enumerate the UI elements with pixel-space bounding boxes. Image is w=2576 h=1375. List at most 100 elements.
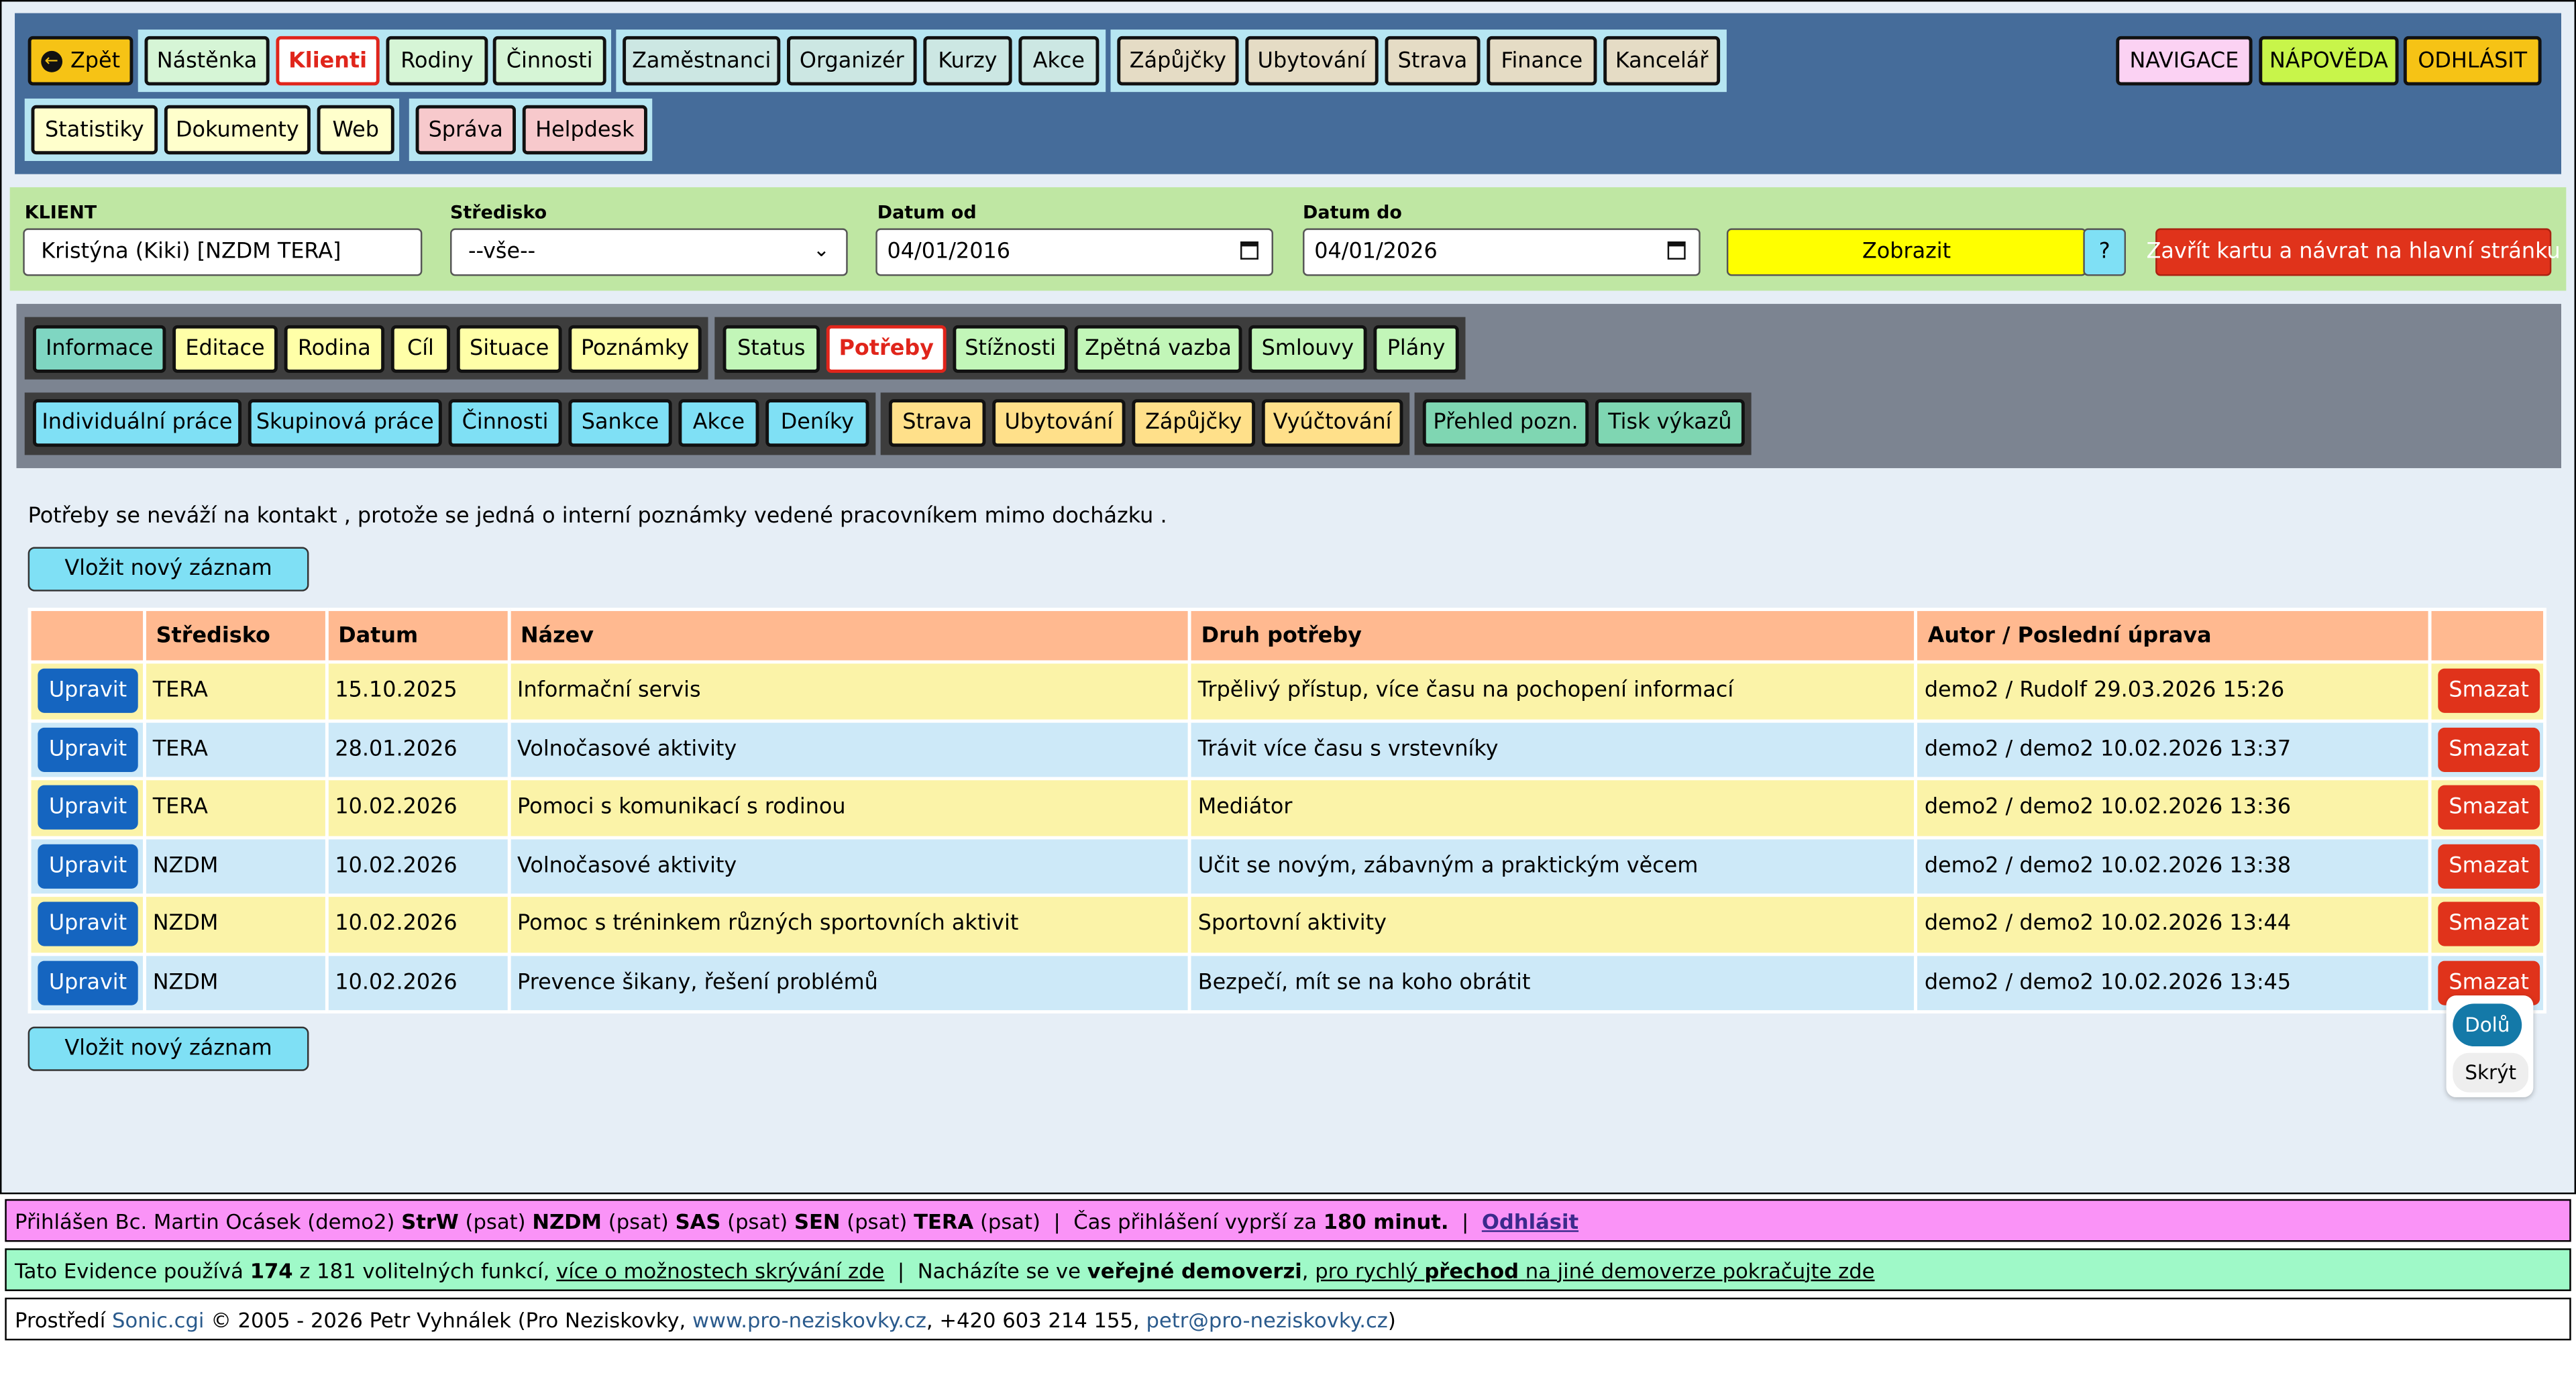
- tab-food[interactable]: Strava: [888, 399, 986, 447]
- nav-dashboard[interactable]: Nástěnka: [144, 36, 270, 86]
- edit-button[interactable]: Upravit: [38, 960, 138, 1005]
- nav-clients[interactable]: Klienti: [276, 36, 380, 86]
- tab-individual-work[interactable]: Individuální práce: [32, 399, 242, 447]
- new-record-button-bottom[interactable]: Vložit nový záznam: [28, 1026, 309, 1071]
- tab-edit[interactable]: Editace: [172, 325, 278, 373]
- delete-button[interactable]: Smazat: [2438, 727, 2540, 772]
- tab-feedback[interactable]: Zpětná vazba: [1074, 325, 1242, 373]
- edit-button[interactable]: Upravit: [38, 844, 138, 889]
- tab-loans[interactable]: Zápůjčky: [1132, 399, 1256, 447]
- cell-date: 15.10.2025: [325, 660, 511, 722]
- nav-activities[interactable]: Činnosti: [492, 36, 606, 86]
- tab-situation[interactable]: Situace: [456, 325, 562, 373]
- nav-courses[interactable]: Kurzy: [923, 36, 1012, 86]
- copyright-bar: Prostředí Sonic.cgi © 2005 - 2026 Petr V…: [5, 1297, 2571, 1341]
- tab-billing[interactable]: Vyúčtování: [1261, 399, 1403, 447]
- phone-text: , +420 603 214 155,: [926, 1307, 1140, 1331]
- page-background: [0, 0, 2576, 1195]
- nav-events[interactable]: Akce: [1018, 36, 1099, 86]
- cell-center: NZDM: [143, 835, 329, 897]
- delete-button[interactable]: Smazat: [2438, 844, 2540, 889]
- tab-notes-overview[interactable]: Přehled pozn.: [1422, 399, 1589, 447]
- nav-food[interactable]: Strava: [1385, 36, 1481, 86]
- tab-sanctions[interactable]: Sankce: [568, 399, 672, 447]
- tab-goal[interactable]: Cíl: [390, 325, 451, 373]
- tab-complaints[interactable]: Stížnosti: [953, 325, 1068, 373]
- navigation-button[interactable]: NAVIGACE: [2116, 36, 2253, 86]
- tab-family[interactable]: Rodina: [284, 325, 385, 373]
- center-select[interactable]: --vše-- ⌄: [450, 228, 848, 276]
- tab-status[interactable]: Status: [722, 325, 820, 373]
- center-label: Středisko: [450, 202, 547, 224]
- cell-need-type: Bezpečí, mít se na koho obrátit: [1188, 952, 1919, 1013]
- features-bar: Tato Evidence používá 174 z 181 voliteln…: [5, 1248, 2571, 1291]
- nav-families[interactable]: Rodiny: [386, 36, 488, 86]
- sonic-link[interactable]: Sonic.cgi: [112, 1307, 204, 1331]
- expire-value: 180 minut.: [1323, 1208, 1449, 1233]
- nav-helpdesk[interactable]: Helpdesk: [522, 105, 647, 155]
- calendar-icon: [1240, 241, 1258, 260]
- cell-name: Informační servis: [507, 660, 1191, 722]
- logout-button[interactable]: ODHLÁSIT: [2403, 36, 2542, 86]
- tab-notes[interactable]: Poznámky: [568, 325, 702, 373]
- tab-accommodation[interactable]: Ubytování: [992, 399, 1126, 447]
- cell-need-type: Mediátor: [1188, 777, 1919, 839]
- demo-switch-link[interactable]: pro rychlý přechod na jiné demoverze pok…: [1315, 1258, 1874, 1282]
- nav-organizer[interactable]: Organizér: [787, 36, 917, 86]
- hide-widget-button[interactable]: Skrýt: [2453, 1052, 2529, 1093]
- cell-name: Prevence šikany, řešení problémů: [507, 952, 1191, 1013]
- nav-statistics[interactable]: Statistiky: [31, 105, 158, 155]
- tab-print-reports[interactable]: Tisk výkazů: [1595, 399, 1745, 447]
- features-link[interactable]: více o možnostech skrývání zde: [556, 1258, 884, 1282]
- nav-loans[interactable]: Zápůjčky: [1117, 36, 1239, 86]
- cell-center: TERA: [143, 718, 329, 781]
- tab-diaries[interactable]: Deníky: [765, 399, 869, 447]
- tab-needs[interactable]: Potřeby: [826, 325, 947, 373]
- filter-help-button[interactable]: ?: [2083, 228, 2127, 276]
- separator: |: [1053, 1208, 1061, 1233]
- delete-button[interactable]: Smazat: [2438, 669, 2540, 714]
- tab-activities[interactable]: Činnosti: [448, 399, 562, 447]
- table-header-row: Středisko Datum Název Druh potřeby Autor…: [28, 608, 2546, 664]
- table-row: Upravit NZDM 10.02.2026 Prevence šikany,…: [28, 952, 2546, 1013]
- delete-button[interactable]: Smazat: [2438, 902, 2540, 947]
- edit-button[interactable]: Upravit: [38, 785, 138, 830]
- cell-date: 10.02.2026: [325, 893, 511, 956]
- close-card-button[interactable]: Zavřít kartu a návrat na hlavní stránku: [2147, 228, 2561, 276]
- nav-web[interactable]: Web: [317, 105, 394, 155]
- tab-information[interactable]: Informace: [32, 325, 166, 373]
- arrow-left-icon: ←: [40, 50, 62, 72]
- center-permission: (psat): [727, 1208, 788, 1233]
- nav-admin[interactable]: Správa: [415, 105, 516, 155]
- center-code: SAS: [675, 1208, 721, 1233]
- nav-documents[interactable]: Dokumenty: [164, 105, 311, 155]
- edit-button[interactable]: Upravit: [38, 727, 138, 772]
- delete-button[interactable]: Smazat: [2438, 785, 2540, 830]
- date-from-field[interactable]: 04/01/2016: [875, 228, 1273, 276]
- needs-table: Středisko Datum Název Druh potřeby Autor…: [28, 608, 2546, 1013]
- scroll-down-button[interactable]: Dolů: [2453, 1003, 2522, 1047]
- copyright-text: © 2005 - 2026 Petr Vyhnálek (Pro Nezisko…: [211, 1307, 686, 1331]
- new-record-button-top[interactable]: Vložit nový záznam: [28, 547, 309, 592]
- nav-employees[interactable]: Zaměstnanci: [623, 36, 781, 86]
- back-button[interactable]: ← Zpět: [28, 36, 133, 86]
- demo-text: Nacházíte se ve: [917, 1257, 1081, 1282]
- center-permission: (psat): [847, 1208, 908, 1233]
- tab-events[interactable]: Akce: [678, 399, 759, 447]
- show-button[interactable]: Zobrazit: [1726, 228, 2087, 276]
- date-to-field[interactable]: 04/01/2026: [1303, 228, 1701, 276]
- tab-contracts[interactable]: Smlouvy: [1248, 325, 1367, 373]
- website-link[interactable]: www.pro-neziskovky.cz: [692, 1307, 926, 1331]
- tab-group-work-item[interactable]: Skupinová práce: [248, 399, 442, 447]
- help-button[interactable]: NÁPOVĚDA: [2259, 36, 2399, 86]
- nav-office[interactable]: Kancelář: [1603, 36, 1721, 86]
- tab-plans[interactable]: Plány: [1373, 325, 1459, 373]
- nav-accommodation[interactable]: Ubytování: [1245, 36, 1379, 86]
- nav-finance[interactable]: Finance: [1487, 36, 1597, 86]
- client-field[interactable]: Kristýna (Kiki) [NZDM TERA]: [23, 228, 423, 276]
- footer-logout-link[interactable]: Odhlásit: [1482, 1208, 1578, 1233]
- email-link[interactable]: petr@pro-neziskovky.cz: [1146, 1307, 1387, 1331]
- edit-button[interactable]: Upravit: [38, 902, 138, 947]
- cell-author: demo2 / Rudolf 29.03.2026 15:26: [1915, 660, 2432, 722]
- edit-button[interactable]: Upravit: [38, 669, 138, 714]
